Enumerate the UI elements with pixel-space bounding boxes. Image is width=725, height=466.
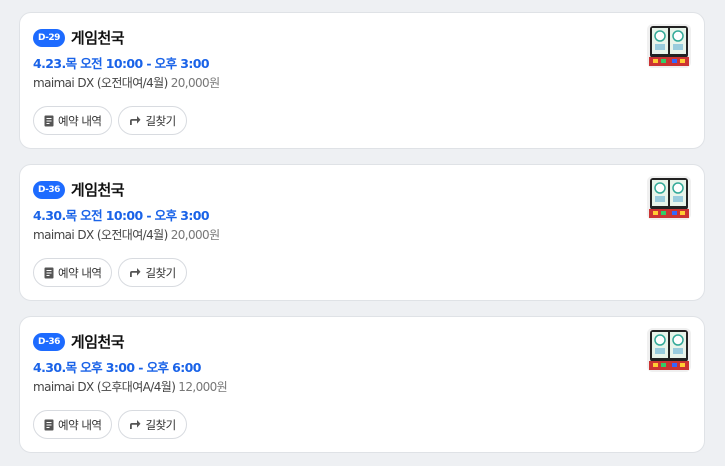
- dday-badge: D-29: [33, 28, 65, 47]
- reservation-history-button[interactable]: 예약 내역: [33, 258, 113, 287]
- directions-button[interactable]: 길찾기: [118, 410, 187, 439]
- reservation-description: maimai DX (오전대여/4월) 20,000원: [33, 74, 220, 91]
- reservation-history-button[interactable]: 예약 내역: [33, 106, 113, 135]
- document-icon: [44, 419, 54, 430]
- reservation-card[interactable]: D-36 게임천국 4.30.목 오후 3:00 - 오후 6:00 maima…: [19, 316, 705, 453]
- document-icon: [44, 267, 54, 278]
- arcade-machine-image: [647, 328, 691, 372]
- turn-right-arrow-icon: [130, 268, 141, 277]
- arcade-machine-image: [647, 176, 691, 220]
- directions-label: 길찾기: [145, 113, 176, 128]
- reservation-datetime: 4.30.목 오후 3:00 - 오후 6:00: [33, 360, 201, 375]
- dday-badge: D-36: [33, 332, 65, 351]
- reservation-list: D-29 게임천국 4.23.목 오전 10:00 - 오후 3:00 maim…: [0, 0, 725, 466]
- document-icon: [44, 115, 54, 126]
- place-name[interactable]: 게임천국: [71, 331, 125, 352]
- reservation-description: maimai DX (오후대여A/4월) 12,000원: [33, 378, 228, 395]
- directions-button[interactable]: 길찾기: [118, 258, 187, 287]
- price: 20,000원: [170, 228, 220, 242]
- card-actions: 예약 내역 길찾기: [33, 106, 187, 135]
- arcade-machine-image: [647, 24, 691, 68]
- product-name: maimai DX (오전대여/4월): [33, 228, 168, 242]
- price: 20,000원: [170, 76, 220, 90]
- reservation-datetime: 4.23.목 오전 10:00 - 오후 3:00: [33, 56, 210, 71]
- directions-label: 길찾기: [145, 265, 176, 280]
- product-name: maimai DX (오전대여/4월): [33, 76, 168, 90]
- reservation-history-button[interactable]: 예약 내역: [33, 410, 113, 439]
- card-header: D-36 게임천국: [33, 331, 125, 352]
- reservation-datetime: 4.30.목 오전 10:00 - 오후 3:00: [33, 208, 210, 223]
- directions-button[interactable]: 길찾기: [118, 106, 187, 135]
- reservation-history-label: 예약 내역: [58, 113, 102, 128]
- reservation-card[interactable]: D-36 게임천국 4.30.목 오전 10:00 - 오후 3:00 maim…: [19, 164, 705, 301]
- reservation-description: maimai DX (오전대여/4월) 20,000원: [33, 226, 220, 243]
- card-header: D-36 게임천국: [33, 179, 125, 200]
- dday-badge: D-36: [33, 180, 65, 199]
- price: 12,000원: [178, 380, 228, 394]
- directions-label: 길찾기: [145, 417, 176, 432]
- reservation-history-label: 예약 내역: [58, 417, 102, 432]
- place-name[interactable]: 게임천국: [71, 179, 125, 200]
- turn-right-arrow-icon: [130, 116, 141, 125]
- card-actions: 예약 내역 길찾기: [33, 410, 187, 439]
- reservation-card[interactable]: D-29 게임천국 4.23.목 오전 10:00 - 오후 3:00 maim…: [19, 12, 705, 149]
- product-name: maimai DX (오후대여A/4월): [33, 380, 176, 394]
- turn-right-arrow-icon: [130, 420, 141, 429]
- card-actions: 예약 내역 길찾기: [33, 258, 187, 287]
- place-name[interactable]: 게임천국: [71, 27, 125, 48]
- card-header: D-29 게임천국: [33, 27, 125, 48]
- reservation-history-label: 예약 내역: [58, 265, 102, 280]
